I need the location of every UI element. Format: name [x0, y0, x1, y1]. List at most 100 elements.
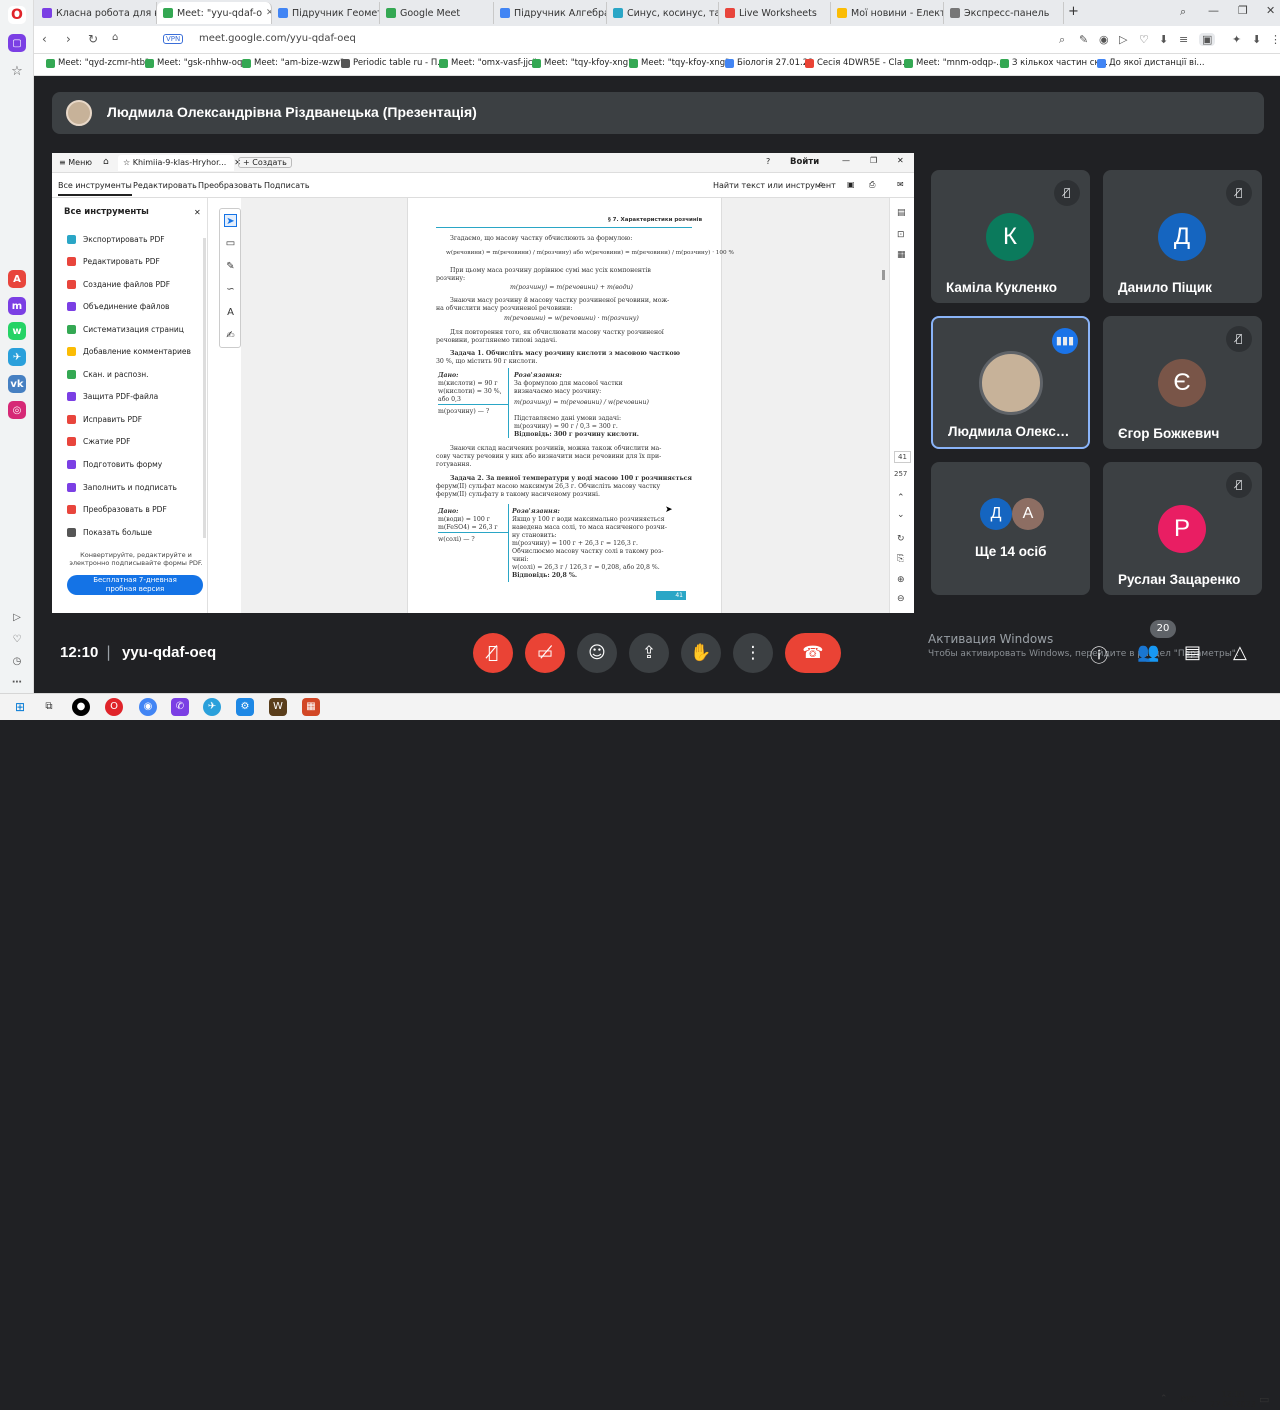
activities-icon[interactable]: △	[1233, 642, 1247, 663]
bookmark-item[interactable]: Meet: "gsk-nhhw-oq...	[145, 58, 250, 68]
tool-organize[interactable]: Систематизация страниц	[67, 325, 184, 334]
word-app-icon[interactable]: W	[269, 698, 287, 716]
bookmark-icon[interactable]: ⊡	[897, 230, 905, 240]
search-tabs-icon[interactable]: ⌕	[1180, 5, 1186, 19]
start-icon[interactable]: ⊞	[11, 698, 29, 716]
tab-edit[interactable]: Редактировать	[133, 181, 197, 190]
reload-icon[interactable]: ↻	[88, 32, 98, 46]
extract-icon[interactable]: ⎘	[897, 554, 904, 564]
tool-combine[interactable]: Объединение файлов	[67, 302, 169, 311]
comment-icon[interactable]: ▭	[224, 237, 237, 250]
camera-toggle-button[interactable]: ▭̸	[525, 633, 565, 673]
tool-scan[interactable]: Скан. и распозн.	[67, 370, 149, 379]
back-icon[interactable]: ‹	[42, 32, 47, 46]
language-indicator[interactable]: РУС	[1181, 1395, 1196, 1404]
tray-clock[interactable]: 12:10 27.09.2023	[1210, 1390, 1256, 1410]
tool-comment[interactable]: Добавление комментариев	[67, 347, 191, 356]
grid-icon[interactable]: ▦	[897, 250, 906, 260]
create-button[interactable]: + Создать	[238, 157, 292, 168]
acrobat-menu[interactable]: ≡ Меню	[59, 158, 92, 167]
stamp-icon[interactable]: ✍	[224, 329, 237, 342]
tool-fix[interactable]: Исправить PDF	[67, 415, 142, 424]
acro-minimize-icon[interactable]: —	[842, 156, 850, 165]
messenger-icon[interactable]: m	[8, 297, 26, 315]
viber-icon[interactable]: ✆	[171, 698, 189, 716]
menu-dots-icon[interactable]: ⋮	[1270, 33, 1280, 46]
raise-hand-button[interactable]: ✋	[681, 633, 721, 673]
zoom-out-icon[interactable]: ⊖	[897, 594, 905, 604]
mail-icon[interactable]: ✉	[897, 180, 904, 189]
site-info-icon[interactable]: ⌂	[112, 32, 118, 43]
tab-1[interactable]: Meet: "yyu-qdaf-o✕	[157, 2, 272, 24]
tab-4[interactable]: Підручник Алгебра 9 кл	[494, 2, 607, 24]
star-icon[interactable]: ☆	[8, 62, 26, 80]
tray-expand-icon[interactable]: ⌃	[1160, 1394, 1168, 1404]
bookmark-item[interactable]: Meet: "qyd-zcmr-htb"	[46, 58, 149, 68]
zoom-in-icon[interactable]: ⊕	[897, 575, 905, 585]
telegram-icon[interactable]: ✈	[203, 698, 221, 716]
download-manager-icon[interactable]: ⬇	[1252, 33, 1261, 46]
heart-icon[interactable]: ♡	[8, 630, 26, 648]
rotate-icon[interactable]: ↻	[897, 534, 905, 544]
bookmark-item[interactable]: З кількох частин ск...	[1000, 58, 1108, 68]
tab-8[interactable]: Экспресс-панель	[944, 2, 1064, 24]
reactions-button[interactable]: ☺	[577, 633, 617, 673]
participant-tile[interactable]: 🎙̸ К Каміла Кукленко	[931, 170, 1090, 303]
tab-6[interactable]: Live Worksheets	[719, 2, 831, 24]
recorder-icon[interactable]: ●	[72, 698, 90, 716]
send-icon[interactable]: ▷	[1119, 33, 1127, 46]
tool-create-pdf[interactable]: Создание файлов PDF	[67, 280, 170, 289]
bookmark-item[interactable]: Meet: "am-bize-wzw"	[242, 58, 344, 68]
tool-prepare-form[interactable]: Подготовить форму	[67, 460, 162, 469]
tool-compress[interactable]: Сжатие PDF	[67, 437, 130, 446]
history-icon[interactable]: ◷	[8, 652, 26, 670]
tool-edit-pdf[interactable]: Редактировать PDF	[67, 257, 160, 266]
home-icon[interactable]: ⌂	[103, 157, 109, 167]
whatsapp-icon[interactable]: w	[8, 322, 26, 340]
select-cursor-icon[interactable]: ➤	[224, 214, 237, 227]
page-current[interactable]: 41	[894, 451, 911, 463]
panel-scrollbar[interactable]	[203, 238, 206, 538]
camera-icon[interactable]: ◉	[1099, 33, 1109, 46]
save-icon[interactable]: ▣	[847, 180, 855, 189]
extensions-icon[interactable]: ✦	[1232, 33, 1241, 46]
mic-toggle-button[interactable]: 🎙̸	[473, 633, 513, 673]
bookmark-item[interactable]: До якої дистанції ві...	[1097, 58, 1205, 68]
meeting-code[interactable]: yyu-qdaf-oeq	[122, 644, 216, 661]
viewer-scrollbar[interactable]	[882, 270, 885, 280]
new-tab-button[interactable]: +	[1068, 4, 1079, 19]
wallet-icon[interactable]: ▣	[1199, 33, 1216, 46]
tool-export-pdf[interactable]: Экспортировать PDF	[67, 235, 165, 244]
heart-icon[interactable]: ♡	[1139, 33, 1149, 46]
page-down-icon[interactable]: ⌄	[897, 510, 905, 520]
present-button[interactable]: ⇪	[629, 633, 669, 673]
comments-icon[interactable]: ▤	[897, 208, 906, 218]
menu-icon[interactable]: ≡	[1179, 33, 1188, 46]
restore-icon[interactable]: ❐	[1238, 4, 1248, 17]
participant-tile[interactable]: 🎙̸ Є Єгор Божкевич	[1103, 316, 1262, 449]
tab-3[interactable]: Google Meet	[380, 2, 494, 24]
acrobat-doc-tab[interactable]: ☆ Khimiia-9-klas-Hryhor... ✕	[118, 155, 241, 171]
more-participants-tile[interactable]: Д А Ще 14 осіб	[931, 462, 1090, 595]
bookmark-item[interactable]: Periodic table ru - П...	[341, 58, 445, 68]
more-icon[interactable]: ⋯	[8, 673, 26, 691]
close-panel-icon[interactable]: ✕	[194, 208, 201, 217]
bookmark-item[interactable]: Meet: "omx-vasf-jjc"	[439, 58, 537, 68]
free-trial-button[interactable]: Бесплатная 7-дневная пробная версия	[67, 575, 203, 595]
bookmark-item[interactable]: Meet: "tqy-kfoy-xng"	[532, 58, 632, 68]
draw-icon[interactable]: ∽	[224, 283, 237, 296]
participant-tile[interactable]: 🎙̸ Р Руслан Зацаренко	[1103, 462, 1262, 595]
tool-protect[interactable]: Защита PDF-файла	[67, 392, 158, 401]
vk-icon[interactable]: vk	[8, 375, 26, 393]
minimize-icon[interactable]: —	[1208, 4, 1219, 17]
instagram-icon[interactable]: ◎	[8, 401, 26, 419]
tab-5[interactable]: Синус, косинус, тангенс	[607, 2, 719, 24]
edit-icon[interactable]: ✎	[1079, 33, 1088, 46]
tab-sign[interactable]: Подписать	[264, 181, 310, 190]
vpn-badge[interactable]: VPN	[163, 34, 184, 44]
bookmark-item[interactable]: Сесія 4DWR5E - Cla...	[805, 58, 910, 68]
download-icon[interactable]: ⬇	[1159, 33, 1168, 46]
opera-taskbar-icon[interactable]: O	[105, 698, 123, 716]
tab-0[interactable]: Класна робота для курс	[36, 2, 157, 24]
tool-fill-sign[interactable]: Заполнить и подписать	[67, 483, 177, 492]
